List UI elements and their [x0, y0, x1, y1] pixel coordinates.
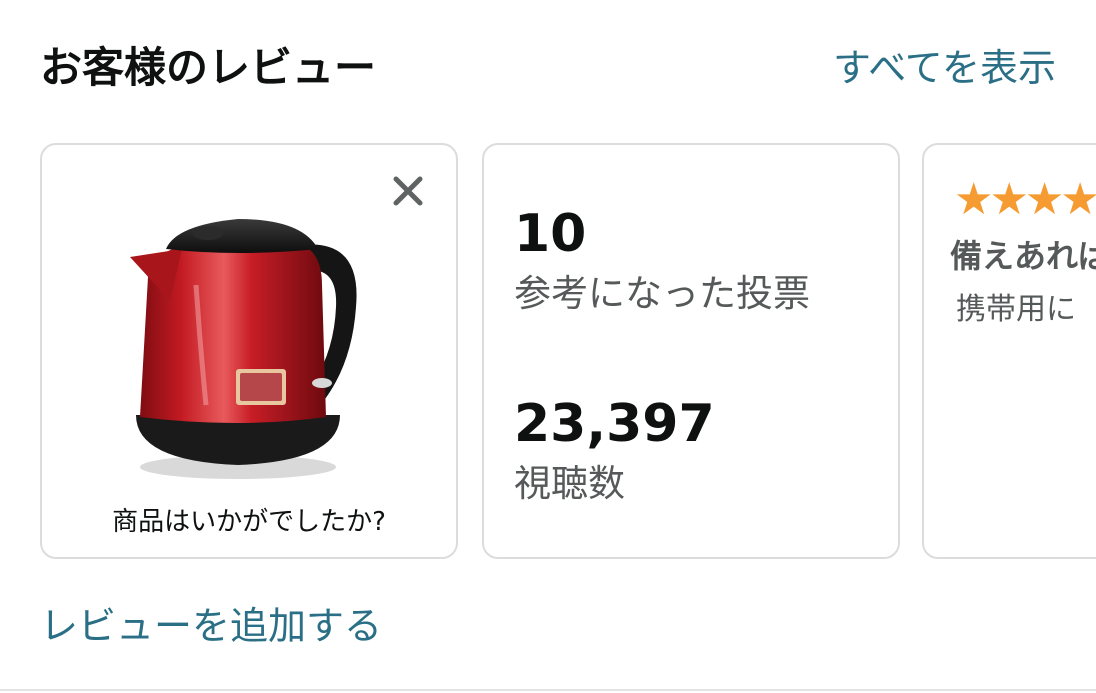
review-card[interactable]: ★★★★ 備えあれば 携帯用に [922, 143, 1096, 559]
product-image [126, 215, 376, 485]
review-title: 備えあれば [950, 237, 1096, 275]
views-label: 視聴数 [514, 462, 625, 505]
reviews-header: お客様のレビュー すべてを表示 [40, 38, 1056, 98]
review-body: 携帯用に [956, 292, 1076, 327]
section-title: お客様のレビュー [40, 43, 377, 92]
divider [0, 689, 1096, 691]
helpful-votes-count: 10 [514, 204, 587, 264]
add-review-link[interactable]: レビューを追加する [40, 598, 382, 654]
close-icon[interactable] [388, 171, 428, 211]
star-rating-icon: ★★★★ [954, 174, 1096, 225]
helpful-votes-label: 参考になった投票 [514, 272, 810, 315]
views-count: 23,397 [514, 394, 715, 454]
product-question: 商品はいかがでしたか? [112, 507, 386, 537]
rate-product-card[interactable]: 商品はいかがでしたか? [40, 143, 458, 559]
review-stats-card: 10 参考になった投票 23,397 視聴数 [482, 143, 900, 559]
review-cards-carousel[interactable]: 商品はいかがでしたか? 10 参考になった投票 23,397 視聴数 ★★★★ … [40, 143, 1096, 563]
see-all-link[interactable]: すべてを表示 [833, 38, 1056, 98]
